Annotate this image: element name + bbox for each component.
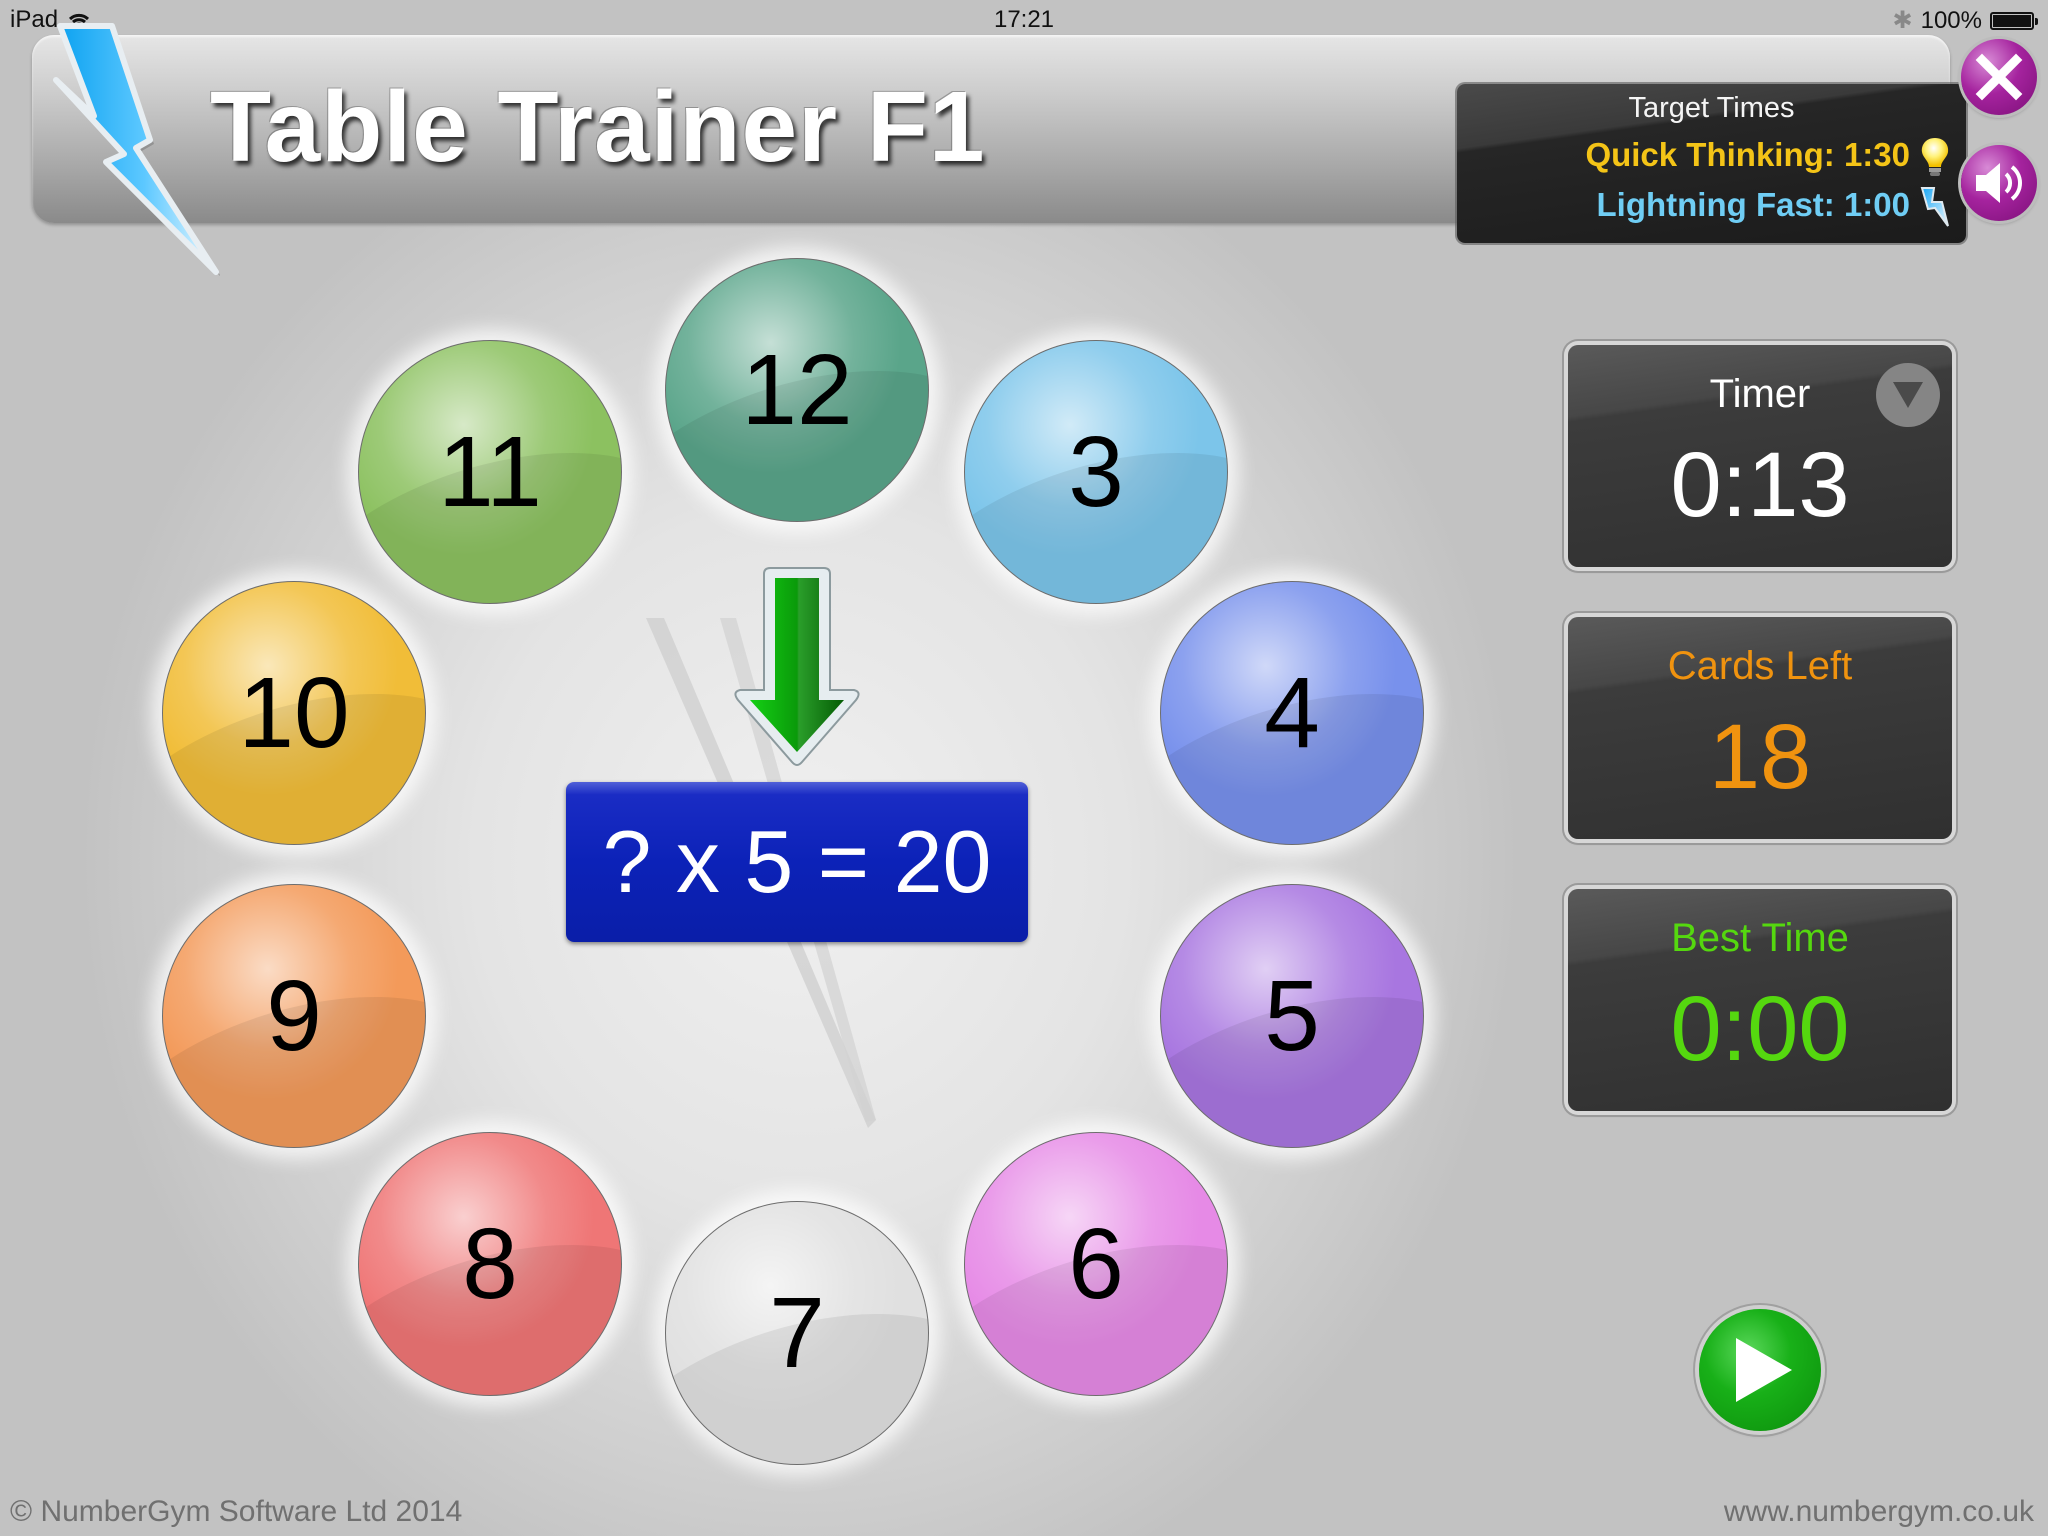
cards-left-label: Cards Left xyxy=(1667,644,1853,688)
target-times-panel: Target Times Quick Thinking: 1:30 Lightn… xyxy=(1457,84,1966,243)
play-button[interactable] xyxy=(1699,1309,1821,1431)
bluetooth-icon: ✱ xyxy=(1892,7,1913,34)
ball-label: 10 xyxy=(238,656,350,769)
status-time: 17:21 xyxy=(993,6,1055,33)
ball-label: 9 xyxy=(266,959,322,1072)
timer-value: 0:13 xyxy=(1670,434,1850,536)
light-bulb-icon xyxy=(1921,138,1949,176)
number-ball[interactable]: 5 xyxy=(1161,885,1423,1147)
status-bar: iPad 17:21 ✱ 100% xyxy=(0,0,2048,36)
sound-toggle-button[interactable] xyxy=(1961,145,2037,221)
ball-label: 8 xyxy=(462,1207,518,1320)
lightning-fast-target: Lightning Fast: 1:00 xyxy=(1596,186,1911,223)
play-icon xyxy=(1736,1338,1792,1402)
speaker-icon xyxy=(1976,163,2022,203)
battery-percent: 100% xyxy=(1920,6,1982,34)
website-link[interactable]: www.numbergym.co.uk xyxy=(1724,1495,2034,1529)
ball-label: 3 xyxy=(1068,415,1124,528)
ball-label: 6 xyxy=(1068,1207,1124,1320)
ball-label: 5 xyxy=(1264,959,1320,1072)
number-ball[interactable]: 6 xyxy=(965,1133,1227,1395)
ball-label: 11 xyxy=(438,415,542,528)
ball-label: 7 xyxy=(769,1276,825,1389)
timer-panel: Timer 0:13 xyxy=(1568,345,1952,567)
triangle-down-icon xyxy=(1893,382,1923,408)
app-title: Table Trainer F1 xyxy=(210,71,986,183)
number-ball[interactable]: 10 xyxy=(163,582,425,844)
battery-icon xyxy=(1990,11,2038,30)
cards-left-panel: Cards Left 18 xyxy=(1568,617,1952,839)
timer-dropdown-button[interactable] xyxy=(1876,363,1940,427)
close-icon xyxy=(1975,53,2023,101)
question-card: ? x 5 = 20 xyxy=(566,782,1028,942)
close-button[interactable] xyxy=(1961,39,2037,115)
lightning-bolt-icon xyxy=(1920,187,1949,227)
copyright-text: © NumberGym Software Ltd 2014 xyxy=(10,1495,463,1528)
number-ball[interactable]: 4 xyxy=(1161,582,1423,844)
number-ball[interactable]: 9 xyxy=(163,885,425,1147)
quick-thinking-target: Quick Thinking: 1:30 xyxy=(1585,136,1910,173)
arrow-down-icon xyxy=(734,567,860,766)
ball-label: 4 xyxy=(1264,656,1320,769)
cards-left-value: 18 xyxy=(1708,706,1812,808)
best-time-value: 0:00 xyxy=(1670,978,1850,1080)
game-board: iPad 17:21 ✱ 100% Target Times Quick Thi… xyxy=(0,0,2048,1536)
lightning-bolt-logo-icon xyxy=(53,23,220,276)
target-times-title: Target Times xyxy=(1628,92,1795,124)
best-time-label: Best Time xyxy=(1671,916,1849,960)
number-ball[interactable]: 7 xyxy=(666,1202,928,1464)
number-ball[interactable]: 3 xyxy=(965,341,1227,603)
number-ball[interactable]: 11 xyxy=(359,341,621,603)
best-time-panel: Best Time 0:00 xyxy=(1568,889,1952,1111)
number-ball[interactable]: 8 xyxy=(359,1133,621,1395)
number-ball[interactable]: 12 xyxy=(666,259,928,521)
ball-label: 12 xyxy=(741,333,853,446)
